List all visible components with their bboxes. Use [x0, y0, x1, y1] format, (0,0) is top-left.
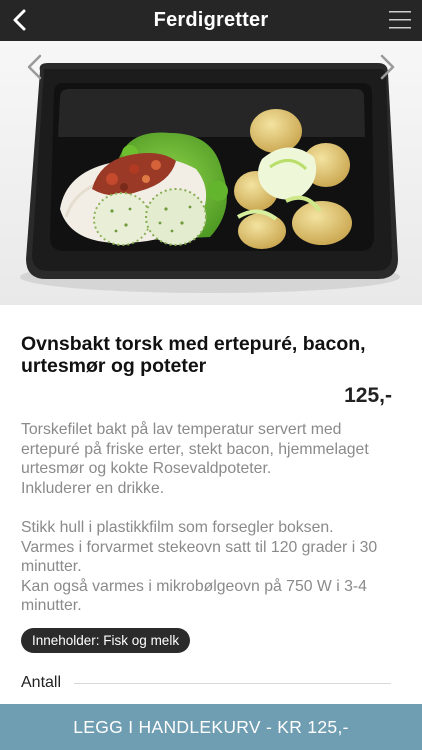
description-line: Varmes i forvarmet stekeovn satt til 120… — [21, 538, 378, 576]
product-header: Ovnsbakt torsk med ertepuré, bacon, urte… — [21, 333, 401, 377]
product-title: Ovnsbakt torsk med ertepuré, bacon, urte… — [21, 333, 366, 377]
gallery-prev-icon[interactable] — [24, 53, 46, 81]
description-line: Kan også varmes i mikrobølgeovn på 750 W… — [21, 577, 367, 615]
product-price: 125,- — [344, 384, 392, 407]
allergen-badge: Inneholder: Fisk og melk — [21, 628, 191, 653]
add-to-cart-button[interactable]: LEGG I HANDLEKURV - KR 125,- — [0, 704, 422, 750]
gallery-next-icon[interactable] — [376, 53, 398, 81]
quantity-label: Antall — [21, 674, 62, 691]
product-photo — [0, 41, 422, 305]
quantity-divider — [74, 683, 391, 684]
product-description: Torskefilet bakt på lav temperatur serve… — [21, 420, 401, 616]
page-title: Ferdigretter — [153, 9, 269, 31]
chevron-left-icon[interactable] — [8, 7, 34, 33]
hamburger-menu-icon[interactable] — [388, 9, 412, 31]
top-navigation-bar: Ferdigretter — [0, 0, 422, 41]
description-line: Stikk hull i plastikkfilm som forsegler … — [21, 518, 334, 536]
description-line: Torskefilet bakt på lav temperatur serve… — [21, 421, 369, 478]
product-image-gallery[interactable] — [0, 41, 422, 305]
description-line: Inkluderer en drikke. — [21, 479, 165, 497]
